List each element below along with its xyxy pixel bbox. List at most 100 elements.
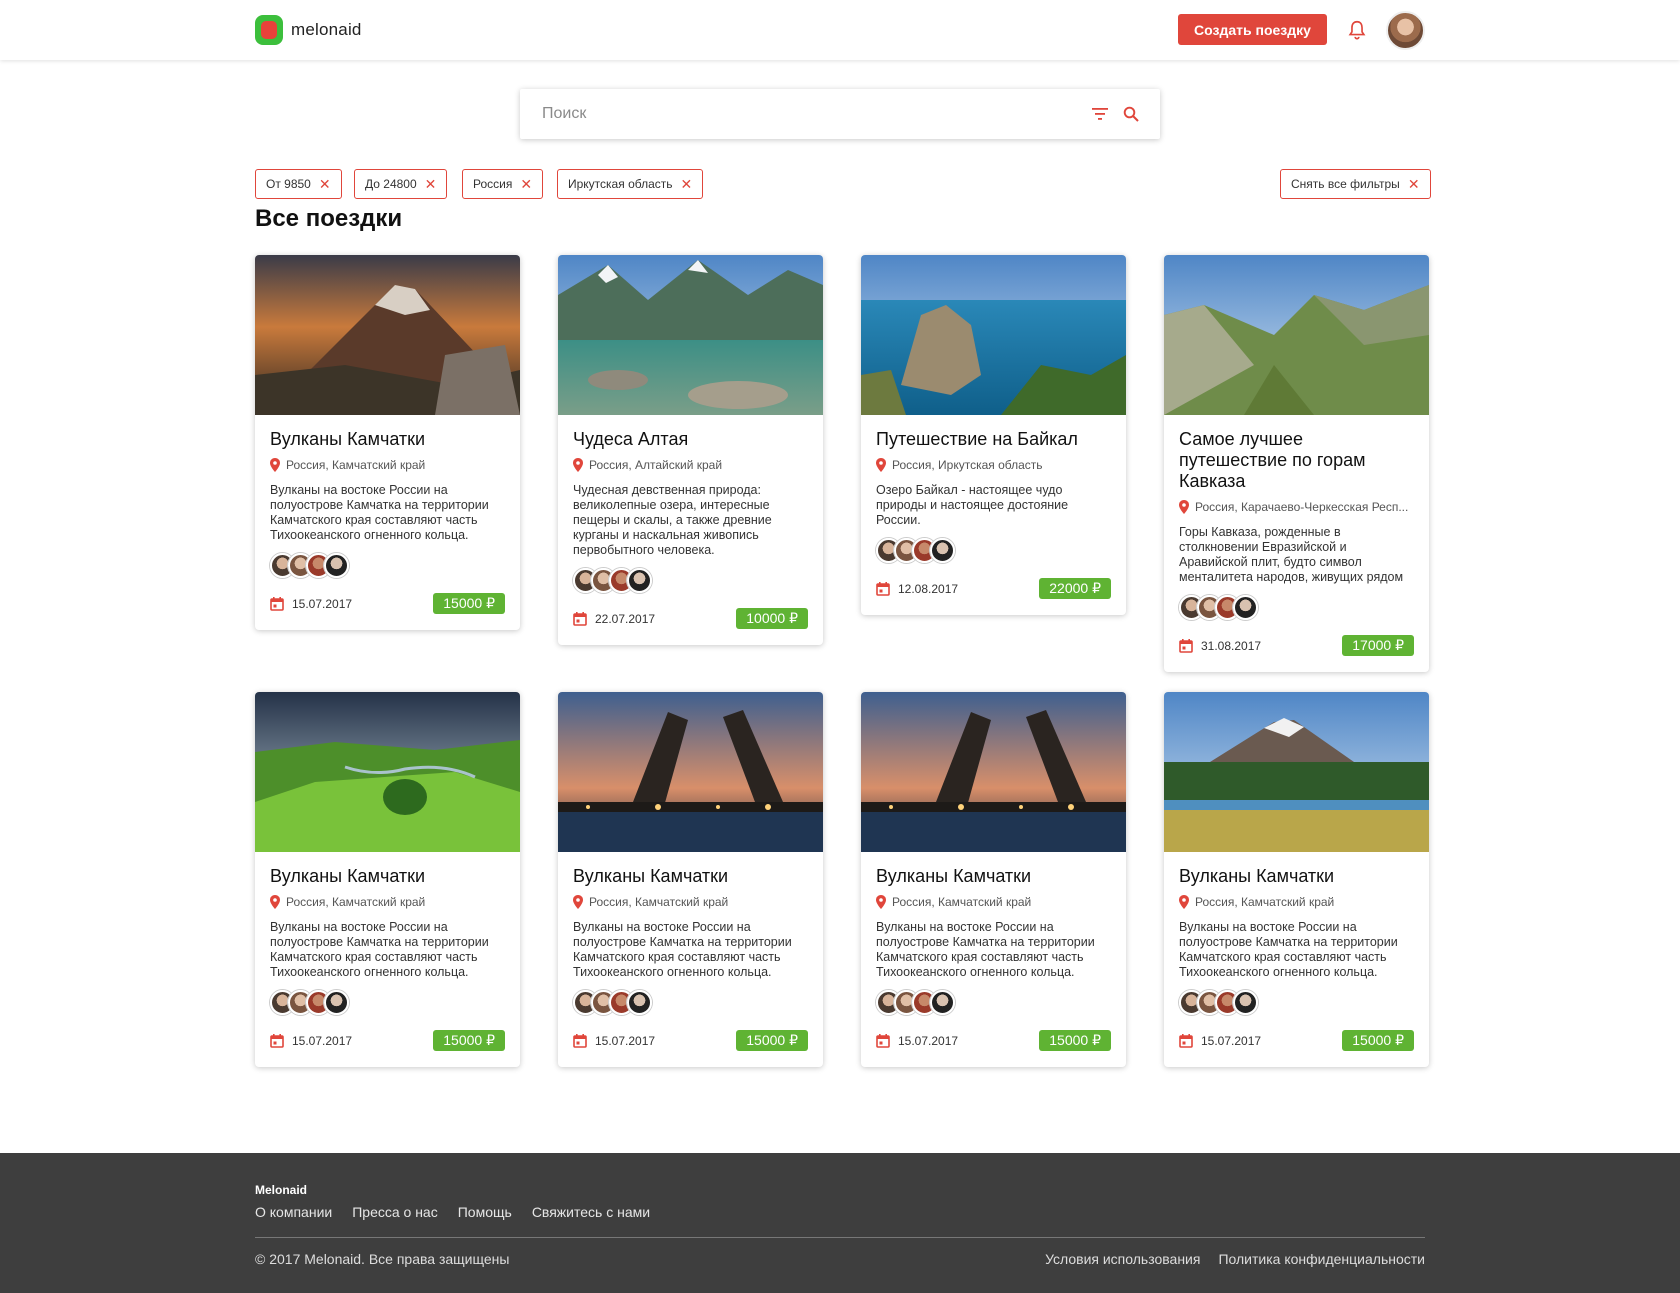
trip-location-text: Россия, Камчатский край xyxy=(286,458,426,472)
avatar[interactable] xyxy=(1233,595,1258,620)
participants-avatars[interactable] xyxy=(270,990,505,1016)
trip-card[interactable]: Вулканы Камчатки Россия, Камчатский край… xyxy=(558,692,823,1067)
trip-description: Горы Кавказа, рожденные в столкновении Е… xyxy=(1179,525,1404,584)
price-badge: 22000 ₽ xyxy=(1039,578,1111,599)
trip-location-text: Россия, Камчатский край xyxy=(892,895,1032,909)
trip-title[interactable]: Путешествие на Байкал xyxy=(876,429,1111,450)
trip-image[interactable] xyxy=(255,692,520,852)
trip-image[interactable] xyxy=(558,255,823,415)
trip-date-text: 12.08.2017 xyxy=(898,581,959,596)
filter-icon[interactable] xyxy=(1091,107,1109,121)
participants-avatars[interactable] xyxy=(1179,990,1414,1016)
close-icon[interactable]: ✕ xyxy=(319,177,331,191)
filter-chip-region[interactable]: Иркутская область ✕ xyxy=(557,169,704,199)
copyright: © 2017 Melonaid. Все права защищены xyxy=(255,1251,510,1267)
participants-avatars[interactable] xyxy=(1179,595,1414,621)
trip-title[interactable]: Вулканы Камчатки xyxy=(1179,866,1414,887)
price-badge: 15000 ₽ xyxy=(1039,1030,1111,1051)
trip-location: Россия, Камчатский край xyxy=(270,895,505,909)
trip-title[interactable]: Вулканы Камчатки xyxy=(270,429,505,450)
trip-card[interactable]: Вулканы Камчатки Россия, Камчатский край… xyxy=(255,255,520,630)
trip-card[interactable]: Самое лучшее путешествие по горам Кавказ… xyxy=(1164,255,1429,672)
trip-date: 15.07.2017 xyxy=(270,596,353,611)
trip-image[interactable] xyxy=(861,255,1126,415)
trip-image[interactable] xyxy=(1164,692,1429,852)
avatar[interactable] xyxy=(324,990,349,1015)
search-icon[interactable] xyxy=(1123,106,1140,123)
trip-card[interactable]: Вулканы Камчатки Россия, Камчатский край… xyxy=(255,692,520,1067)
avatar[interactable] xyxy=(930,538,955,563)
trip-card-footer: 15.07.2017 15000 ₽ xyxy=(270,593,505,630)
trip-card[interactable]: Путешествие на Байкал Россия, Иркутская … xyxy=(861,255,1126,615)
avatar[interactable] xyxy=(627,568,652,593)
trip-location: Россия, Камчатский край xyxy=(270,458,505,472)
trip-card-footer: 15.07.2017 15000 ₽ xyxy=(270,1030,505,1067)
trip-date-text: 31.08.2017 xyxy=(1201,638,1262,653)
logo-icon xyxy=(255,15,283,45)
filter-chip-label: Иркутская область xyxy=(568,177,673,191)
trip-image[interactable] xyxy=(255,255,520,415)
footer-link-help[interactable]: Помощь xyxy=(458,1204,512,1220)
trip-title[interactable]: Чудеса Алтая xyxy=(573,429,808,450)
avatar[interactable] xyxy=(930,990,955,1015)
trip-date: 15.07.2017 xyxy=(573,1033,655,1048)
filter-chip-country[interactable]: Россия ✕ xyxy=(462,169,544,199)
trip-title[interactable]: Самое лучшее путешествие по горам Кавказ… xyxy=(1179,429,1414,492)
trip-title[interactable]: Вулканы Камчатки xyxy=(876,866,1111,887)
footer-link-terms[interactable]: Условия использования xyxy=(1045,1251,1200,1267)
logo[interactable]: melonaid xyxy=(255,15,362,45)
footer-link-about[interactable]: О компании xyxy=(255,1204,332,1220)
footer-brand: Melonaid xyxy=(255,1183,308,1197)
footer-link-contact[interactable]: Свяжитесь с нами xyxy=(532,1204,650,1220)
trip-date-text: 15.07.2017 xyxy=(1201,1033,1262,1048)
trip-image[interactable] xyxy=(558,692,823,852)
page-title: Все поездки xyxy=(255,205,403,232)
footer-link-press[interactable]: Пресса о нас xyxy=(352,1204,438,1220)
avatar[interactable] xyxy=(627,990,652,1015)
price-badge: 15000 ₽ xyxy=(736,1030,808,1051)
footer-legal-links: Условия использования Политика конфиденц… xyxy=(1045,1251,1425,1267)
participants-avatars[interactable] xyxy=(573,568,808,594)
trip-location-text: Россия, Алтайский край xyxy=(589,458,723,472)
avatar[interactable] xyxy=(324,553,349,578)
trip-title[interactable]: Вулканы Камчатки xyxy=(270,866,505,887)
close-icon[interactable]: ✕ xyxy=(681,177,693,191)
trip-location: Россия, Камчатский край xyxy=(876,895,1111,909)
footer-links: О компании Пресса о нас Помощь Свяжитесь… xyxy=(255,1204,650,1220)
participants-avatars[interactable] xyxy=(876,990,1111,1016)
trip-date-text: 15.07.2017 xyxy=(292,596,353,611)
participants-avatars[interactable] xyxy=(270,553,505,579)
trip-location-text: Россия, Иркутская область xyxy=(892,458,1043,472)
calendar-icon xyxy=(1179,638,1193,653)
trip-title[interactable]: Вулканы Камчатки xyxy=(573,866,808,887)
filter-chip-price-to[interactable]: До 24800 ✕ xyxy=(354,169,448,199)
participants-avatars[interactable] xyxy=(573,990,808,1016)
close-icon[interactable]: ✕ xyxy=(1408,177,1420,191)
calendar-icon xyxy=(876,1033,890,1048)
trip-card[interactable]: Вулканы Камчатки Россия, Камчатский край… xyxy=(861,692,1126,1067)
logo-text: melonaid xyxy=(291,20,362,39)
close-icon[interactable]: ✕ xyxy=(425,177,437,191)
calendar-icon xyxy=(573,611,587,626)
create-trip-button[interactable]: Создать поездку xyxy=(1178,14,1327,45)
avatar[interactable] xyxy=(1233,990,1258,1015)
trip-date-text: 22.07.2017 xyxy=(595,611,656,626)
trip-image[interactable] xyxy=(1164,255,1429,415)
price-badge: 15000 ₽ xyxy=(433,1030,505,1051)
clear-filters-button[interactable]: Снять все фильтры ✕ xyxy=(1280,169,1431,199)
trip-card-footer: 22.07.2017 10000 ₽ xyxy=(573,608,808,645)
trip-location: Россия, Иркутская область xyxy=(876,458,1111,472)
trip-description: Вулканы на востоке России на полуострове… xyxy=(1179,920,1398,979)
close-icon[interactable]: ✕ xyxy=(520,177,532,191)
bell-icon[interactable] xyxy=(1346,18,1368,42)
search-input[interactable] xyxy=(542,101,1062,127)
trip-image[interactable] xyxy=(861,692,1126,852)
trip-card[interactable]: Чудеса Алтая Россия, Алтайский край Чуде… xyxy=(558,255,823,645)
trip-card[interactable]: Вулканы Камчатки Россия, Камчатский край… xyxy=(1164,692,1429,1067)
participants-avatars[interactable] xyxy=(876,538,1111,564)
filter-chip-price-from[interactable]: От 9850 ✕ xyxy=(255,169,342,199)
map-pin-icon xyxy=(270,895,280,909)
footer-link-privacy[interactable]: Политика конфиденциальности xyxy=(1218,1251,1425,1267)
footer-divider xyxy=(255,1237,1425,1238)
user-avatar[interactable] xyxy=(1386,11,1425,50)
